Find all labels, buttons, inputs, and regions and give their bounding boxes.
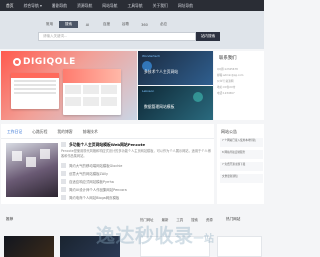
- card-thumbnail[interactable]: [217, 236, 262, 257]
- panel-title: 联系我们: [219, 56, 237, 61]
- notice-title: 网站公告: [221, 129, 237, 134]
- nav-sites[interactable]: 网站导航: [102, 3, 117, 9]
- thumbnail-icon: [61, 171, 66, 176]
- panel-line: 公众号:资源网: [217, 80, 234, 83]
- content-tabs: 工作日记 心路历程 我的博客 前端技术: [7, 129, 98, 135]
- list-item[interactable]: 简约UI设计师个人作品集网站Pencora: [61, 187, 127, 192]
- nav-directory[interactable]: 网址导航: [178, 3, 193, 9]
- section-label: 推荐: [6, 217, 14, 221]
- tab-frontend[interactable]: 前端技术: [83, 129, 98, 135]
- search-tab-google[interactable]: 谷歌: [116, 21, 135, 28]
- search-engine-tabs: 常用 搜索 AI 百度 谷歌 360 必应: [40, 21, 173, 28]
- panel-line: 邮箱:admin@qq.com: [217, 74, 244, 77]
- search-tab-common[interactable]: 常用: [40, 21, 59, 28]
- decor-icon: [193, 92, 203, 102]
- notice-row[interactable]: 7 免费开源主题下载: [220, 162, 263, 171]
- search-tab-bing[interactable]: 必应: [154, 21, 173, 28]
- tab-blog[interactable]: 我的博客: [57, 129, 72, 135]
- list-item-title[interactable]: 创意大气的网站模板ZAlly: [69, 171, 108, 176]
- thumbnail-icon: [61, 179, 66, 184]
- tile-title: 数据管理网站模板: [144, 104, 175, 109]
- nav-comprehensive[interactable]: 综合导航 ▾: [24, 3, 42, 9]
- list-item[interactable]: 简约大气的移动端网站模板Glochie: [61, 163, 122, 168]
- panel-line: 电话:1234567: [217, 92, 235, 95]
- thumbnail-icon: [61, 187, 66, 192]
- list-item[interactable]: 创意大气的网站模板ZAlly: [61, 171, 108, 176]
- card-thumbnail[interactable]: [4, 236, 54, 257]
- nav-tools[interactable]: 工具导航: [127, 3, 142, 9]
- article-description: Pencote是使用现代风格和响应式设计的多功能个人主页网站模板，可以作为个人展…: [61, 149, 211, 158]
- search-input[interactable]: 请输入关键词...: [38, 32, 196, 41]
- list-item-title[interactable]: 简约UI设计师个人作品集网站Pencora: [69, 187, 127, 192]
- tile-tag: Lekoson: [142, 89, 155, 93]
- watermark-suffix: 一站: [193, 234, 215, 245]
- nav-resources[interactable]: 资源导航: [77, 3, 92, 9]
- nav-home[interactable]: 首页: [6, 3, 14, 9]
- list-item-title[interactable]: 自适应响应式网站模板Pyrrha: [69, 179, 114, 184]
- panel-line: QQ群:12345678: [217, 68, 238, 71]
- brand-logo-icon: [13, 58, 21, 66]
- search-band: [0, 11, 264, 49]
- notice-row[interactable]: 7 个网站已接入使用本地导航: [220, 138, 263, 147]
- nav-anime[interactable]: 番剧导航: [52, 3, 67, 9]
- notice-row[interactable]: 文章更新通知: [220, 174, 263, 183]
- list-item-title[interactable]: 简约电商个人网站Bloga网页模板: [69, 195, 119, 200]
- feature-tile-1[interactable]: Wondertech 多技术个人主页网站: [138, 51, 213, 85]
- banner-brand: DIGIQOLE: [23, 57, 76, 67]
- bullet-icon: [61, 142, 66, 147]
- search-tab-search[interactable]: 搜索: [59, 21, 78, 28]
- search-tab-baidu[interactable]: 百度: [97, 21, 116, 28]
- tab-work-diary[interactable]: 工作日记: [7, 129, 22, 135]
- top-navigation: 首页 综合导航 ▾ 番剧导航 资源导航 网站导航 工具导航 关于我们 网址导航: [0, 0, 264, 11]
- thumbnail-icon: [61, 195, 66, 200]
- section-label: 热门网站: [226, 217, 241, 221]
- search-tab-360[interactable]: 360: [135, 21, 154, 28]
- tab-journey[interactable]: 心路历程: [32, 129, 47, 135]
- search-button[interactable]: 站内搜索: [196, 32, 220, 41]
- watermark: 逸达秒收录一站: [96, 221, 215, 248]
- notice-row[interactable]: 8 网站导航定制服务: [220, 150, 263, 159]
- tile-tag: Wondertech: [142, 54, 161, 58]
- divider: [1, 138, 214, 139]
- content-section: 工作日记 心路历程 我的博客 前端技术 多功能个人主页网站模板Web网站Penc…: [1, 124, 214, 204]
- article-title[interactable]: 多功能个人主页网站模板Web网站Pencote: [69, 142, 145, 148]
- list-item-title[interactable]: 简约大气的移动端网站模板Glochie: [69, 163, 122, 168]
- mockup-preview-left: [11, 73, 59, 109]
- panel-line: 地址:XX省XX市: [217, 86, 236, 89]
- featured-image[interactable]: [6, 143, 58, 197]
- feature-tile-2[interactable]: Lekoson 数据管理网站模板: [138, 86, 213, 120]
- list-item[interactable]: 简约电商个人网站Bloga网页模板: [61, 195, 119, 200]
- tile-title: 多技术个人主页网站: [144, 69, 179, 74]
- watermark-text: 逸达秒收录: [96, 225, 194, 247]
- mockup-preview-right: [63, 69, 121, 115]
- hero-banner[interactable]: DIGIQOLE: [1, 51, 137, 120]
- list-item[interactable]: 自适应响应式网站模板Pyrrha: [61, 179, 114, 184]
- notice-box: 网站公告 7 个网站已接入使用本地导航 8 网站导航定制服务 7 免费开源主题下…: [217, 124, 264, 204]
- search-tab-ai[interactable]: AI: [78, 21, 97, 28]
- thumbnail-icon: [61, 163, 66, 168]
- contact-panel: 联系我们 QQ群:12345678 邮箱:admin@qq.com 公众号:资源…: [214, 51, 264, 120]
- nav-about[interactable]: 关于我们: [153, 3, 168, 9]
